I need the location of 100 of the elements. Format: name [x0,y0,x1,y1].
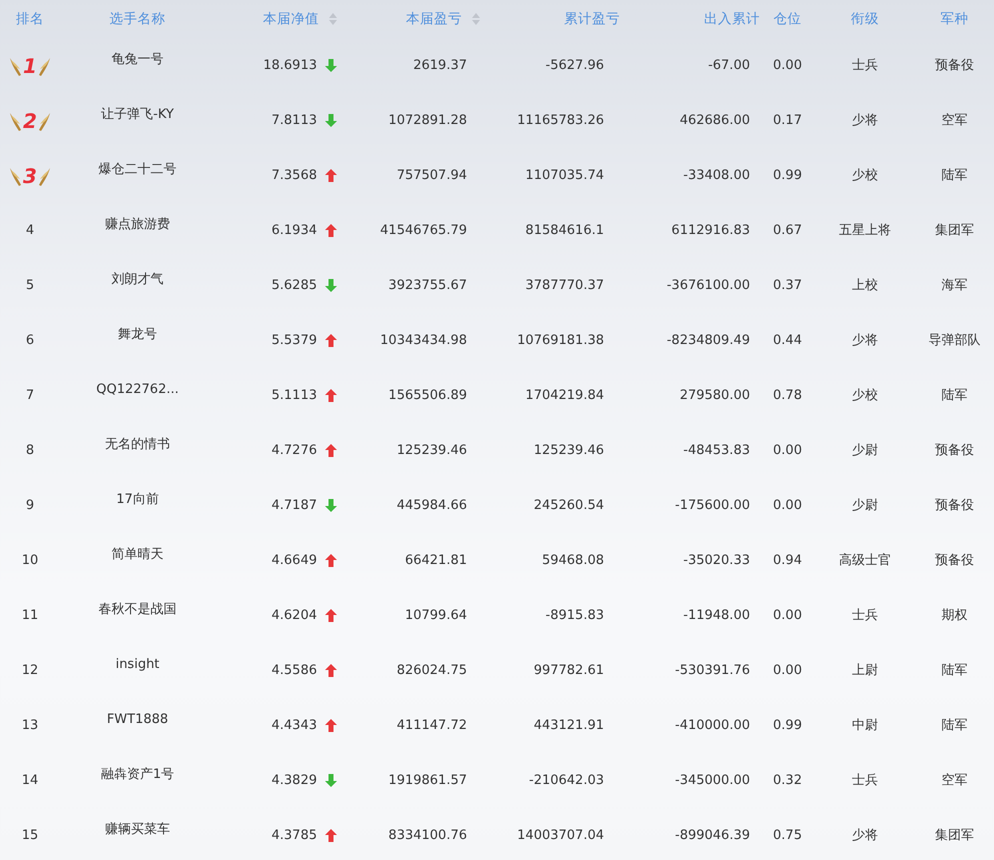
table-cell-text: 279580.00 [680,386,750,405]
table-cell-text: 1565506.89 [388,386,467,405]
table-cell-text: 0.44 [773,332,802,350]
table-cell-text: 预备役 [935,56,974,75]
player-name: 爆仓二十二号 [98,160,176,179]
table-cell-text: 0.32 [773,772,802,790]
player-name: 无名的情书 [105,436,170,454]
table-cell-text: 陆军 [942,716,968,735]
table-cell-text: -67.00 [708,56,750,75]
table-cell-text: -899046.39 [675,826,750,845]
table-cell-text: 少尉 [852,442,878,460]
column-header: 衔级 [851,10,879,29]
table-cell-text: 10343434.98 [380,332,467,350]
table-cell-text: 5.6285 [272,276,317,295]
table-cell-text: -35020.33 [683,552,750,570]
table-cell-text: 14003707.04 [517,826,604,845]
player-name: FWT1888 [106,710,168,729]
rank-number: 3 [23,166,37,186]
player-name: 龟兔一号 [112,50,164,69]
table-cell-text: 18.6913 [263,56,317,75]
table-cell-text: 预备役 [935,552,974,570]
table-cell-text: 预备役 [935,442,974,460]
table-cell-text: 0.00 [773,606,802,625]
table-cell-text: 陆军 [942,166,968,185]
rank-number: 4 [26,222,34,240]
rank-number: 11 [22,606,38,625]
table-cell-text: -345000.00 [675,772,750,790]
table-cell-text: 海军 [942,276,968,295]
table-cell-text: 1107035.74 [525,166,604,185]
player-name: 融犇资产1号 [100,766,174,784]
table-cell-text: 空军 [942,112,968,130]
table-cell-text: -8234809.49 [666,332,750,350]
table-cell-text: 0.00 [773,662,802,680]
rank-number: 13 [22,716,38,735]
column-header[interactable]: 本届盈亏 [406,8,480,30]
rank-number: 12 [22,662,38,680]
table-cell-text: -5627.96 [546,56,604,75]
table-cell-text: 上尉 [852,662,878,680]
table-cell-text: 少将 [852,332,878,350]
table-cell-text: 6.1934 [272,222,317,240]
rank-number: 6 [26,332,34,350]
table-cell-text: 7.3568 [272,166,317,185]
table-cell-text: 少校 [852,386,878,405]
table-cell-text: 1919861.57 [388,772,467,790]
player-name: QQ122762... [96,380,179,399]
table-cell-text: 125239.46 [534,442,604,460]
table-cell-text: 411147.72 [396,716,467,735]
table-cell-text: 4.5586 [272,662,317,680]
table-cell-text: 826024.75 [396,662,467,680]
table-cell-text: 997782.61 [534,662,604,680]
player-name: 舞龙号 [118,326,157,344]
table-cell-text: 4.7276 [272,442,317,460]
table-cell-text: 4.3785 [272,826,317,845]
table-cell-text: 士兵 [852,56,878,75]
table-cell-text: 1704219.84 [525,386,604,405]
table-cell-text: 士兵 [852,606,878,625]
column-header[interactable]: 本届净值 [263,8,337,30]
table-cell-text: 443121.91 [534,716,604,735]
table-cell-text: -410000.00 [675,716,750,735]
column-header: 出入累计 [704,10,760,29]
rank-number: 7 [26,386,34,405]
table-cell-text: -8915.83 [546,606,604,625]
table-cell-text: 0.17 [773,112,802,130]
table-cell-text: 757507.94 [396,166,467,185]
table-cell-text: 8334100.76 [388,826,467,845]
table-cell-text: 245260.54 [534,496,604,515]
column-header: 累计盈亏 [564,10,620,29]
player-name: 赚点旅游费 [105,216,170,234]
table-cell-text: 0.37 [773,276,802,295]
column-header: 仓位 [774,10,802,29]
table-cell-text: 7.8113 [272,112,317,130]
table-cell-text: 445984.66 [396,496,467,515]
table-cell-text: 少将 [852,112,878,130]
table-cell-text: -210642.03 [529,772,604,790]
table-cell-text: 5.5379 [272,332,317,350]
table-cell-text: 0.99 [773,716,802,735]
table-cell-text: -33408.00 [683,166,750,185]
table-cell-text: 4.4343 [272,716,317,735]
table-cell-text: -530391.76 [675,662,750,680]
table-cell-text: 125239.46 [396,442,467,460]
table-cell-text: 66421.81 [404,552,467,570]
table-cell-text: 陆军 [942,662,968,680]
table-cell-text: 11165783.26 [517,112,604,130]
table-cell-text: 10769181.38 [517,332,604,350]
player-name: 让子弹飞-KY [101,106,174,124]
sort-icon[interactable] [329,13,337,25]
table-cell-text: 0.00 [773,442,802,460]
table-cell-text: 41546765.79 [380,222,467,240]
table-cell-text: 81584616.1 [525,222,604,240]
table-cell-text: 上校 [852,276,878,295]
rank-number: 14 [22,772,38,790]
table-cell-text: 5.1113 [272,386,317,405]
sort-icon[interactable] [472,13,480,25]
table-cell-text: 0.94 [773,552,802,570]
table-cell-text: 陆军 [942,386,968,405]
table-cell-text: 高级士官 [839,552,891,570]
column-header: 排名 [16,10,44,29]
table-cell-text: 4.6204 [272,606,317,625]
rank-number: 15 [22,826,38,845]
table-cell-text: 少将 [852,826,878,845]
